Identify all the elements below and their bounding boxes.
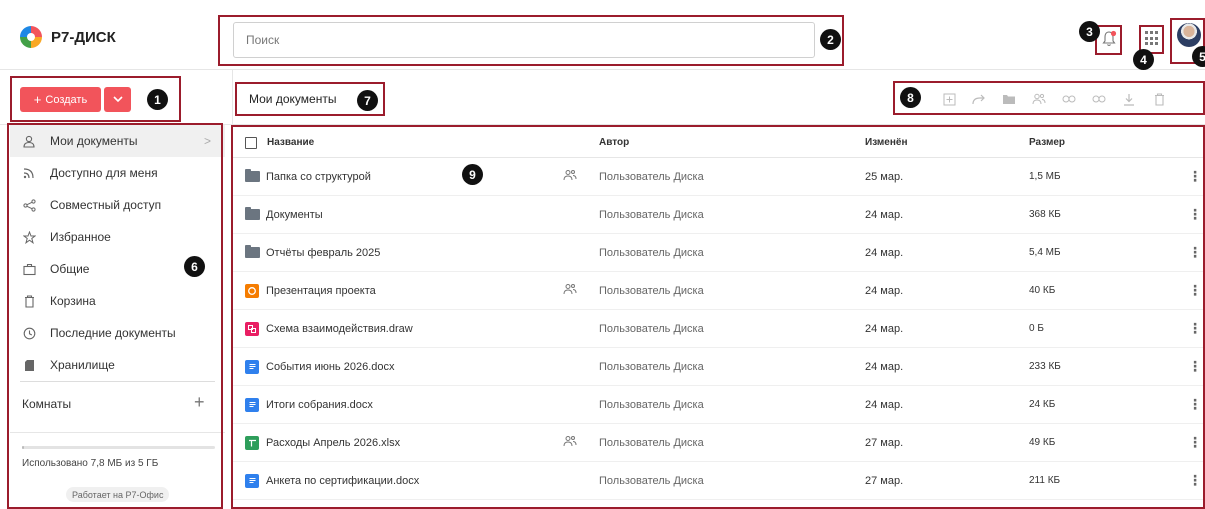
annotation-badge-7: 7 bbox=[357, 90, 378, 111]
app-logo[interactable]: Р7-ДИСК bbox=[20, 26, 116, 48]
annotation-box-2 bbox=[218, 15, 844, 66]
annotation-badge-8: 8 bbox=[900, 87, 921, 108]
annotation-badge-6: 6 bbox=[184, 256, 205, 277]
annotation-box-8 bbox=[893, 81, 1205, 115]
annotation-badge-4: 4 bbox=[1133, 49, 1154, 70]
logo-text: Р7-ДИСК bbox=[51, 28, 116, 46]
annotation-box-9 bbox=[231, 125, 1205, 509]
logo-icon bbox=[20, 26, 42, 48]
annotation-box-6 bbox=[7, 123, 223, 509]
annotation-badge-1: 1 bbox=[147, 89, 168, 110]
annotation-badge-3: 3 bbox=[1079, 21, 1100, 42]
annotation-badge-9: 9 bbox=[462, 164, 483, 185]
annotation-badge-2: 2 bbox=[820, 29, 841, 50]
